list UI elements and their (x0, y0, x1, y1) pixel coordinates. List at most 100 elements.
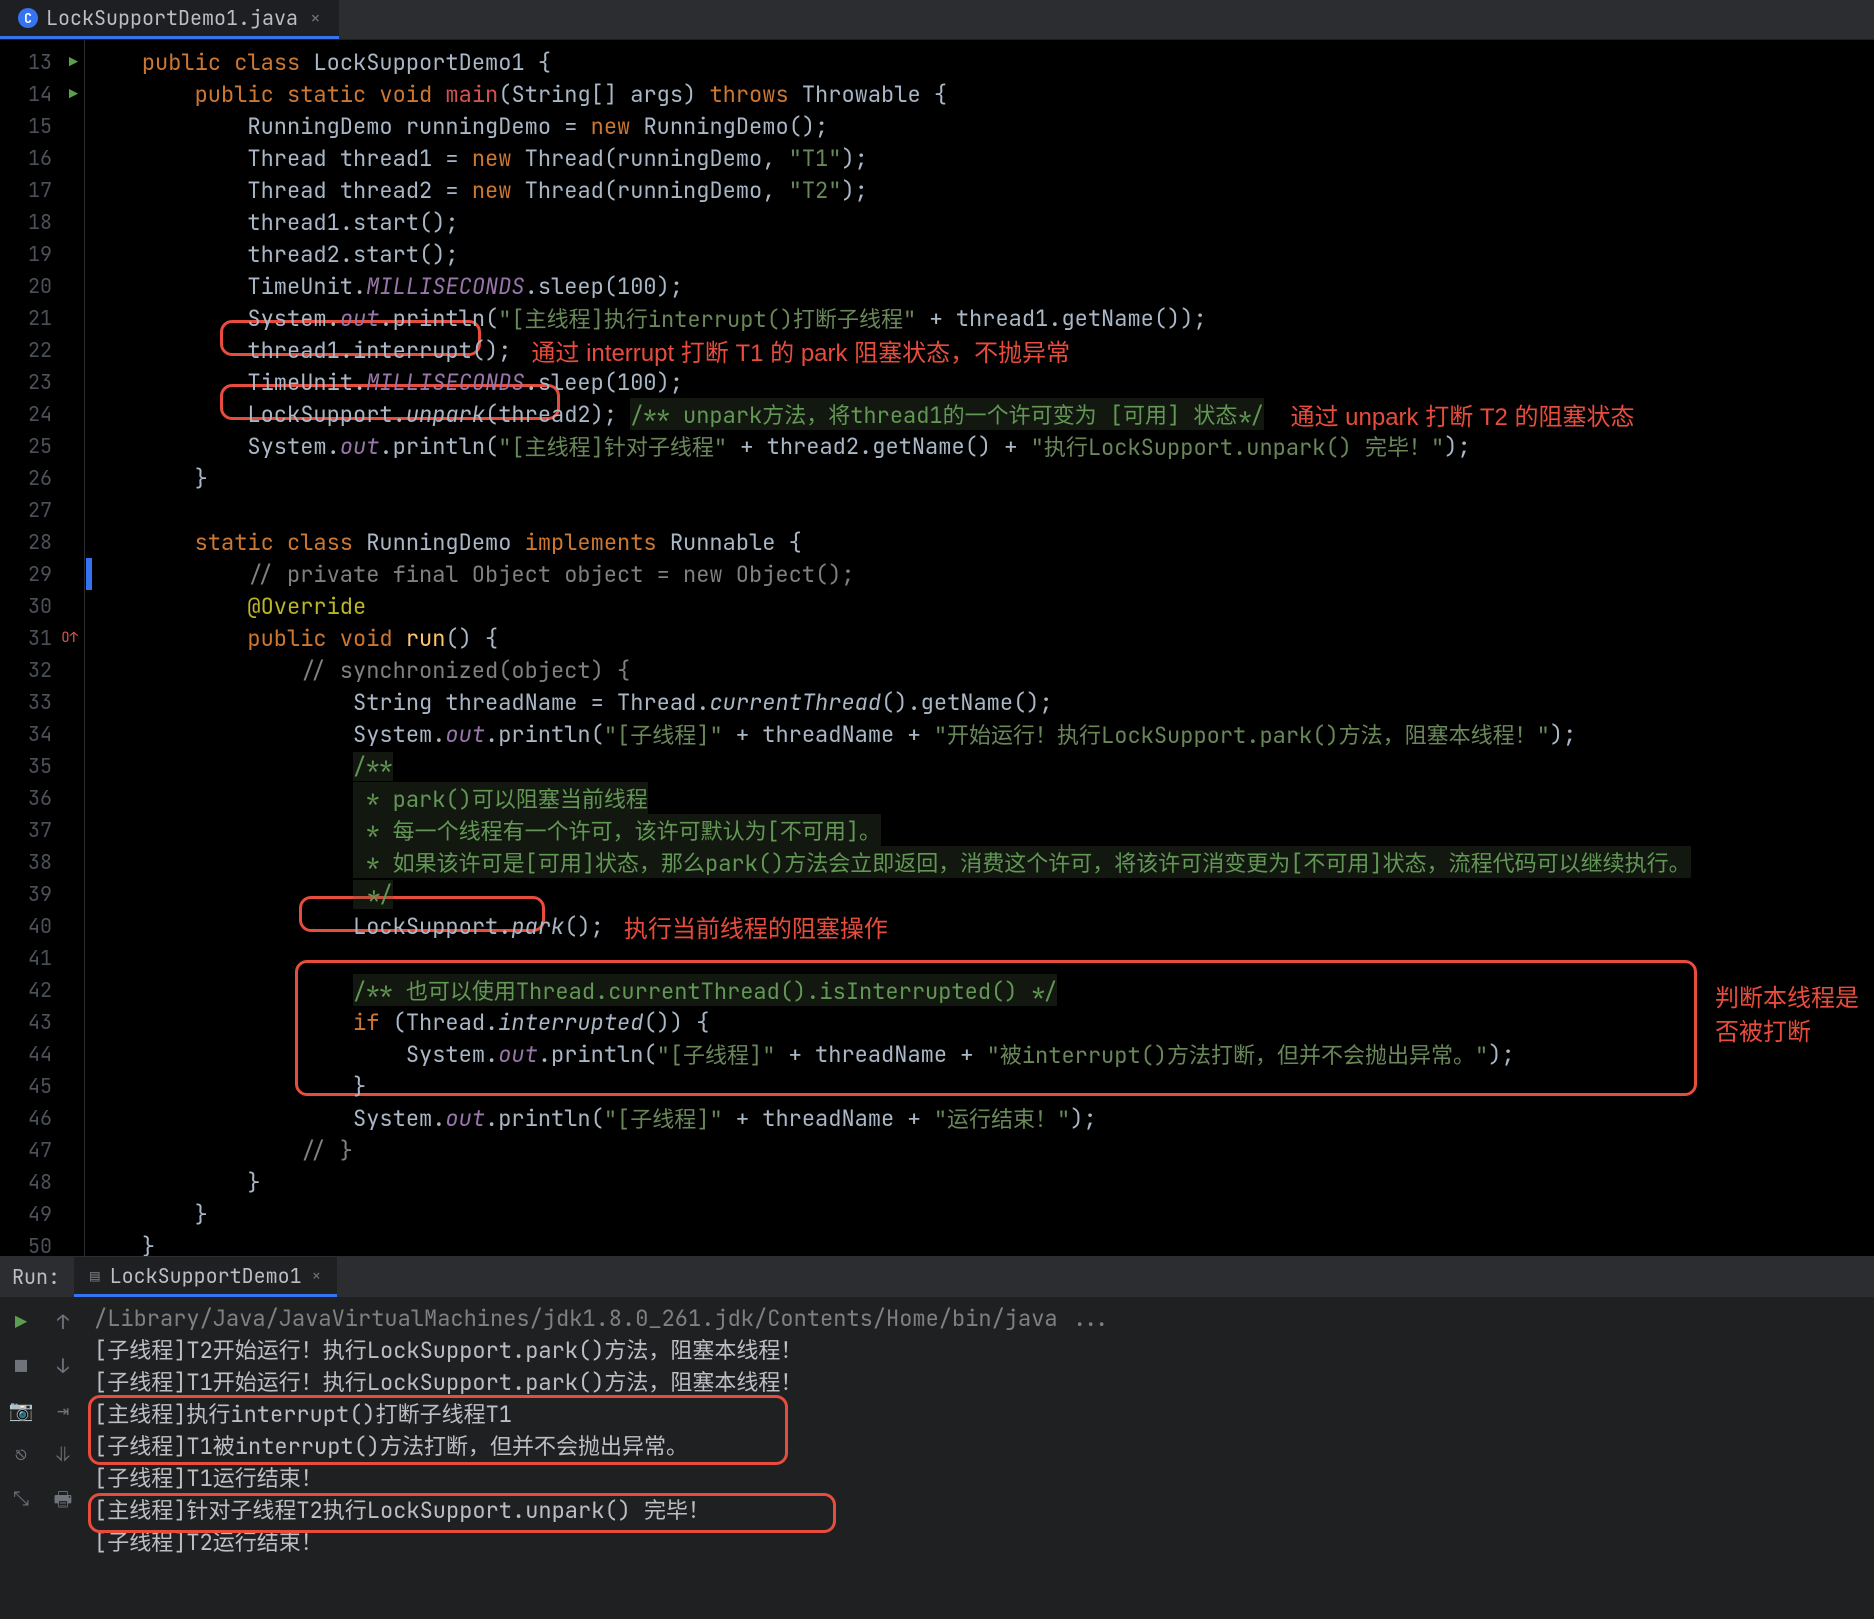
code-line[interactable]: * 每一个线程有一个许可，该许可默认为[不可用]。 (85, 814, 1874, 846)
run-gutter-icon[interactable]: ▶ (69, 84, 78, 104)
token: out (445, 720, 485, 749)
token: thread1 (340, 144, 432, 173)
token: . (485, 1040, 498, 1069)
gutter-line: 27 (0, 494, 84, 526)
code-line[interactable]: /** 也可以使用Thread.currentThread().isInterr… (85, 974, 1874, 1006)
token: ( (393, 1008, 406, 1037)
token: = (432, 176, 472, 205)
token: String (353, 688, 445, 717)
editor-tab[interactable]: C LockSupportDemo1.java × (0, 0, 339, 39)
code-line[interactable]: public static void main(String[] args) t… (85, 78, 1874, 110)
token: "执行LockSupport.unpark() 完毕！" (1031, 430, 1445, 462)
token: + thread2.getName() + (727, 432, 1031, 461)
code-line[interactable]: Thread thread1 = new Thread(runningDemo,… (85, 142, 1874, 174)
token: RunningDemo (643, 112, 788, 141)
run-config-icon: ▤ (90, 1265, 100, 1286)
token: } (195, 464, 208, 493)
token: * 如果该许可是[可用]状态，那么park()方法会立即返回，消费这个许可，将该… (353, 846, 1691, 878)
token: (runningDemo, (604, 144, 789, 173)
close-icon[interactable]: × (312, 1265, 322, 1286)
token: .println( (538, 1040, 657, 1069)
code-line[interactable] (85, 494, 1874, 526)
code-line[interactable]: String threadName = Thread.currentThread… (85, 686, 1874, 718)
code-line[interactable]: System.out.println("[子线程]" + threadName … (85, 718, 1874, 750)
run-gutter-icon[interactable]: ▶ (69, 52, 78, 72)
token: .println( (379, 304, 498, 333)
code-line[interactable]: TimeUnit.MILLISECONDS.sleep(100); (85, 270, 1874, 302)
code-line[interactable]: // private final Object object = new Obj… (85, 558, 1874, 590)
run-body: ▶ ■ 📷 ⎋ ⤡ ↑ ↓ ⇥ ⥥ 🖶 /Library/Java/JavaVi… (0, 1297, 1874, 1619)
stop-icon[interactable]: ■ (15, 1353, 27, 1379)
token: = (551, 112, 591, 141)
code-area[interactable]: 判断本线程是 否被打断 public class LockSupportDemo… (85, 40, 1874, 1256)
token: { (921, 80, 947, 109)
print-icon[interactable]: 🖶 (54, 1485, 73, 1519)
code-line[interactable]: System.out.println("[主线程]针对子线程" + thread… (85, 430, 1874, 462)
override-icon[interactable]: O↑ (61, 629, 78, 647)
code-line[interactable]: RunningDemo runningDemo = new RunningDem… (85, 110, 1874, 142)
up-icon[interactable]: ↑ (57, 1309, 69, 1335)
code-line[interactable]: * 如果该许可是[可用]状态，那么park()方法会立即返回，消费这个许可，将该… (85, 846, 1874, 878)
run-label: Run: (12, 1257, 74, 1297)
token: run (406, 624, 446, 653)
token: /** (353, 752, 393, 781)
code-line[interactable]: } (85, 1198, 1874, 1230)
gutter-line: 28 (0, 526, 84, 558)
code-line[interactable]: thread2.start(); (85, 238, 1874, 270)
run-console[interactable]: /Library/Java/JavaVirtualMachines/jdk1.8… (84, 1297, 1874, 1619)
token: LockSupport (247, 400, 392, 429)
code-line[interactable]: // } (85, 1134, 1874, 1166)
gutter-line: 30 (0, 590, 84, 622)
code-line[interactable]: public void run() { (85, 622, 1874, 654)
token: Thread (525, 176, 604, 205)
gutter-line: 24 (0, 398, 84, 430)
run-tab[interactable]: ▤ LockSupportDemo1 × (74, 1257, 337, 1297)
code-line[interactable]: LockSupport.park(); 执行当前线程的阻塞操作 (85, 910, 1874, 942)
gutter-line: 13▶ (0, 46, 84, 78)
code-line[interactable]: if (Thread.interrupted()) { (85, 1006, 1874, 1038)
code-line[interactable]: Thread thread2 = new Thread(runningDemo,… (85, 174, 1874, 206)
code-line[interactable]: /** (85, 750, 1874, 782)
down-icon[interactable]: ↓ (57, 1353, 69, 1379)
rerun-icon[interactable]: ▶ (15, 1309, 27, 1335)
dump-threads-icon[interactable]: 📷 (9, 1397, 34, 1423)
scroll-end-icon[interactable]: ⥥ (56, 1441, 71, 1467)
token: "T1" (789, 144, 842, 173)
gutter-line: 22 (0, 334, 84, 366)
token: "T2" (789, 176, 842, 205)
code-line[interactable]: LockSupport.unpark(thread2); /** unpark方… (85, 398, 1874, 430)
code-line[interactable] (85, 942, 1874, 974)
gutter-line: 29 (0, 558, 84, 590)
code-line[interactable]: System.out.println("[主线程]执行interrupt()打断… (85, 302, 1874, 334)
code-line[interactable]: System.out.println("[子线程]" + threadName … (85, 1038, 1874, 1070)
code-line[interactable]: thread1.start(); (85, 206, 1874, 238)
exit-icon[interactable]: ⎋ (15, 1441, 27, 1467)
token: out (498, 1040, 538, 1069)
code-line[interactable]: } (85, 1230, 1874, 1256)
code-line[interactable]: static class RunningDemo implements Runn… (85, 526, 1874, 558)
token: "[子线程]" (604, 1102, 723, 1134)
code-line[interactable]: TimeUnit.MILLISECONDS.sleep(100); (85, 366, 1874, 398)
token: new (472, 144, 525, 173)
code-line[interactable]: } (85, 462, 1874, 494)
soft-wrap-icon[interactable]: ⇥ (57, 1397, 69, 1423)
code-line[interactable]: */ (85, 878, 1874, 910)
gutter-line: 38 (0, 846, 84, 878)
gutter-line: 46 (0, 1102, 84, 1134)
code-line[interactable]: thread1.interrupt(); 通过 interrupt 打断 T1 … (85, 334, 1874, 366)
token: 100 (617, 272, 657, 301)
gutter-line: 15 (0, 110, 84, 142)
token: interrupted (498, 1008, 643, 1037)
layout-icon[interactable]: ⤡ (13, 1485, 29, 1511)
code-line[interactable]: // synchronized(object) { (85, 654, 1874, 686)
code-line[interactable]: public class LockSupportDemo1 { (85, 46, 1874, 78)
code-line[interactable]: } (85, 1070, 1874, 1102)
code-line[interactable]: System.out.println("[子线程]" + threadName … (85, 1102, 1874, 1134)
code-line[interactable]: } (85, 1166, 1874, 1198)
code-line[interactable]: * park()可以阻塞当前线程 (85, 782, 1874, 814)
close-icon[interactable]: × (310, 7, 321, 30)
code-line[interactable]: @Override (85, 590, 1874, 622)
token: 100 (617, 368, 657, 397)
token: () { (445, 624, 498, 653)
token: implements (525, 528, 670, 557)
